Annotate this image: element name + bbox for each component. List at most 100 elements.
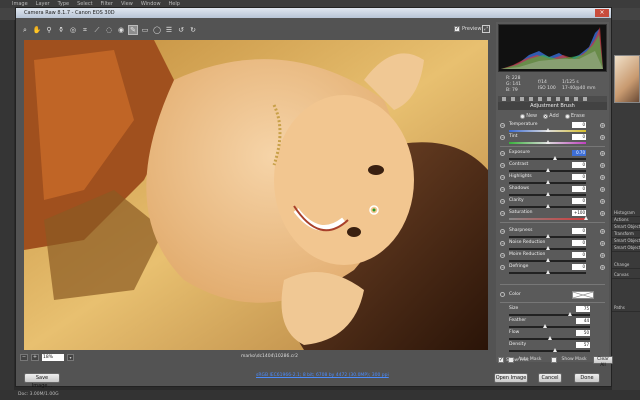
plus-icon[interactable]: + — [600, 199, 605, 204]
slider-thumb[interactable] — [545, 180, 550, 184]
minus-icon[interactable]: − — [500, 241, 505, 246]
white-balance-tool-icon[interactable]: ⚲ — [44, 25, 54, 35]
minus-icon[interactable]: − — [500, 163, 505, 168]
open-image-button[interactable]: Open Image — [494, 373, 528, 383]
save-image-button[interactable]: Save Image... — [24, 373, 60, 389]
slider-thumb[interactable] — [584, 216, 588, 220]
minus-icon[interactable]: − — [500, 175, 505, 180]
lens-tab-icon[interactable] — [547, 97, 551, 101]
slider-thumb[interactable] — [567, 312, 572, 316]
slider-track[interactable] — [509, 218, 586, 220]
red-eye-tool-icon[interactable]: ◉ — [116, 25, 126, 35]
minus-icon[interactable]: − — [500, 151, 505, 156]
effects-tab-icon[interactable] — [556, 97, 560, 101]
split-toning-tab-icon[interactable] — [538, 97, 542, 101]
preferences-icon[interactable]: ☰ — [164, 25, 174, 35]
minus-icon[interactable]: − — [500, 229, 505, 234]
slider-value-field[interactable]: 0 — [572, 198, 586, 204]
brush-setting-value[interactable]: 57 — [576, 342, 590, 348]
slider-thumb[interactable] — [545, 128, 550, 132]
spot-removal-tool-icon[interactable]: ◌ — [104, 25, 114, 35]
done-button[interactable]: Done — [574, 373, 600, 383]
radio-icon[interactable] — [520, 113, 526, 119]
plus-icon[interactable]: + — [600, 151, 605, 156]
ps-panel-item[interactable]: Smart Objects — [612, 238, 640, 245]
brush-setting-value[interactable]: 50 — [576, 330, 590, 336]
slider-thumb[interactable] — [542, 324, 547, 328]
straighten-tool-icon[interactable]: ⟋ — [92, 25, 102, 35]
color-swatch[interactable] — [572, 291, 594, 299]
slider-value-field[interactable]: 0 — [572, 252, 586, 258]
mode-erase-option[interactable]: Erase — [564, 113, 585, 119]
show-pins-checkbox[interactable]: ✓ — [498, 357, 504, 363]
minus-icon[interactable]: − — [500, 265, 505, 270]
slider-value-field[interactable]: 0 — [572, 264, 586, 270]
adjustment-brush-tool-icon[interactable]: ✎ — [128, 25, 138, 35]
plus-icon[interactable]: + — [600, 229, 605, 234]
slider-track[interactable] — [509, 350, 590, 352]
ps-panel-item[interactable]: Smart Object — [612, 245, 640, 252]
minus-icon[interactable]: − — [500, 211, 505, 216]
minus-icon[interactable]: − — [500, 199, 505, 204]
slider-value-field[interactable]: 0 — [572, 134, 586, 140]
minus-icon[interactable]: − — [500, 187, 505, 192]
ps-panel-item[interactable]: Change — [612, 262, 640, 269]
ps-panel-item[interactable]: Transform — [612, 231, 640, 238]
targeted-adjustment-tool-icon[interactable]: ◎ — [68, 25, 78, 35]
plus-icon[interactable]: + — [600, 175, 605, 180]
slider-track[interactable] — [509, 314, 590, 316]
slider-value-field[interactable]: 0 — [572, 186, 586, 192]
plus-icon[interactable]: + — [600, 163, 605, 168]
slider-value-field[interactable]: 0 — [572, 122, 586, 128]
zoom-tool-icon[interactable]: ⌕ — [20, 25, 30, 35]
radio-selected-icon[interactable] — [543, 113, 549, 119]
radio-icon[interactable] — [564, 113, 570, 119]
plus-icon[interactable]: + — [600, 265, 605, 270]
rotate-right-icon[interactable]: ↻ — [188, 25, 198, 35]
chevron-down-icon[interactable]: ▾ — [67, 354, 74, 361]
plus-icon[interactable]: + — [600, 211, 605, 216]
presets-tab-icon[interactable] — [574, 97, 578, 101]
ps-panel-item[interactable]: Actions — [612, 217, 640, 224]
tone-curve-tab-icon[interactable] — [511, 97, 515, 101]
cancel-button[interactable]: Cancel — [538, 373, 562, 383]
crop-tool-icon[interactable]: ⌗ — [80, 25, 90, 35]
slider-track[interactable] — [509, 326, 590, 328]
minus-icon[interactable]: − — [500, 135, 505, 140]
photo-preview[interactable] — [24, 40, 488, 350]
minus-icon[interactable]: − — [500, 123, 505, 128]
slider-track[interactable] — [509, 158, 586, 160]
slider-value-field[interactable]: 0 — [572, 174, 586, 180]
radial-filter-tool-icon[interactable]: ◯ — [152, 25, 162, 35]
slider-value-field[interactable]: 0 — [572, 228, 586, 234]
minus-icon[interactable]: − — [500, 253, 505, 258]
ps-panel-item[interactable]: Smart Object — [612, 224, 640, 231]
camera-calibration-tab-icon[interactable] — [565, 97, 569, 101]
slider-thumb[interactable] — [545, 270, 550, 274]
slider-value-field[interactable]: 0 — [572, 162, 586, 168]
basic-tab-icon[interactable] — [502, 97, 506, 101]
slider-thumb[interactable] — [545, 258, 550, 262]
slider-thumb[interactable] — [547, 336, 552, 340]
slider-thumb[interactable] — [553, 348, 558, 352]
zoom-out-button[interactable]: − — [20, 354, 28, 361]
clear-all-button[interactable]: Clear All — [593, 356, 613, 368]
color-sampler-tool-icon[interactable]: ⚱ — [56, 25, 66, 35]
slider-thumb[interactable] — [545, 246, 550, 250]
zoom-in-button[interactable]: + — [31, 354, 39, 361]
slider-value-field[interactable]: 0.70 — [572, 150, 586, 156]
mode-add-option[interactable]: Add — [543, 113, 559, 119]
slider-thumb[interactable] — [553, 156, 558, 160]
slider-thumb[interactable] — [545, 140, 550, 144]
workflow-options-link[interactable]: sRGB IEC61966-2.1; 8 bit; 6708 by 4472 (… — [256, 373, 389, 378]
graduated-filter-tool-icon[interactable]: ▭ — [140, 25, 150, 35]
checkbox-checked-icon[interactable]: ✓ — [454, 26, 460, 32]
ps-panel-item[interactable]: Paths — [612, 305, 640, 312]
preview-checkbox[interactable]: ✓ Preview — [454, 26, 481, 32]
detail-tab-icon[interactable] — [520, 97, 524, 101]
slider-thumb[interactable] — [545, 204, 550, 208]
mode-new-option[interactable]: New — [520, 113, 537, 119]
hand-tool-icon[interactable]: ✋ — [32, 25, 42, 35]
ps-panel-item[interactable]: Canvas — [612, 272, 640, 279]
snapshots-tab-icon[interactable] — [583, 97, 587, 101]
